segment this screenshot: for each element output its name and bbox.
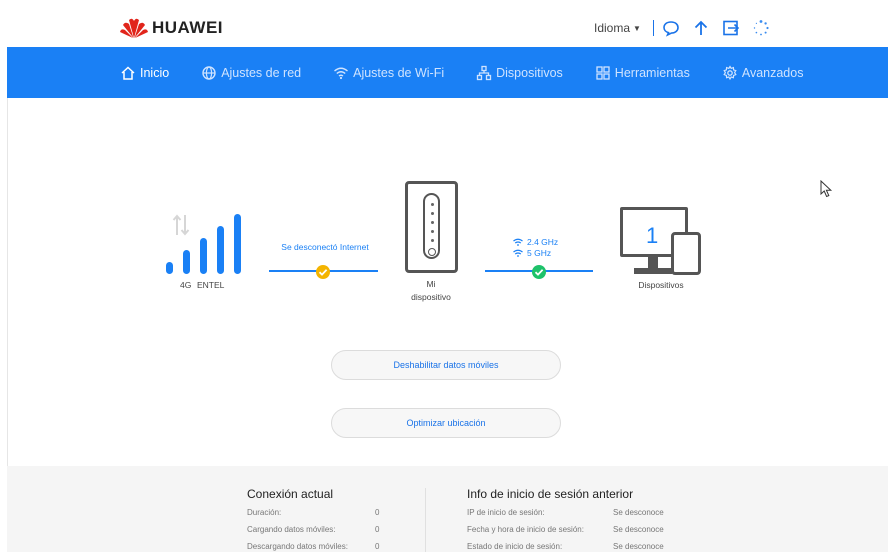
phone-icon[interactable] xyxy=(671,232,701,275)
login-status-label: Estado de inicio de sesión: xyxy=(467,542,563,551)
signal-bar xyxy=(183,250,190,274)
data-transfer-arrows-icon xyxy=(172,214,190,236)
devices-count: 1 xyxy=(646,223,659,248)
signal-bar xyxy=(166,262,173,274)
nav-label: Herramientas xyxy=(614,65,690,80)
login-ip-label: IP de inicio de sesión: xyxy=(467,508,545,517)
devices-icon xyxy=(476,65,492,81)
router-label-line1: Mi xyxy=(426,279,436,289)
signal-bar xyxy=(217,226,224,274)
duration-value: 0 xyxy=(375,508,380,517)
signal-bar xyxy=(234,214,241,274)
nav-item-herramientas[interactable]: Herramientas xyxy=(595,65,690,81)
router-led xyxy=(431,239,434,242)
duration-label: Duración: xyxy=(247,508,282,517)
router-led xyxy=(431,230,434,233)
network-type-label: 4G xyxy=(180,280,192,290)
upload-arrow-icon[interactable] xyxy=(692,19,710,37)
wifi-band-label: 2.4 GHz xyxy=(527,237,559,247)
router-device-icon[interactable] xyxy=(405,181,458,273)
tools-icon xyxy=(595,65,611,81)
warning-status-dot xyxy=(316,265,330,279)
wifi-band-5[interactable]: 5 GHz xyxy=(513,248,551,258)
disable-mobile-data-button[interactable]: Deshabilitar datos móviles xyxy=(331,350,561,380)
huawei-logo[interactable]: HUAWEI xyxy=(120,17,223,39)
optimize-location-button[interactable]: Optimizar ubicación xyxy=(331,408,561,438)
devices-label: Dispositivos xyxy=(638,280,684,290)
check-icon xyxy=(534,269,544,276)
language-select[interactable]: Idioma ▼ xyxy=(594,21,641,35)
language-label: Idioma xyxy=(594,21,631,35)
wifi-icon xyxy=(333,65,349,81)
download-data-label: Descargando datos móviles: xyxy=(247,542,348,551)
login-datetime-value: Se desconoce xyxy=(613,525,664,534)
top-actions: Idioma ▼ xyxy=(594,19,770,37)
divider xyxy=(652,20,654,36)
operator-label: ENTEL xyxy=(197,280,225,290)
router-label-line2: dispositivo xyxy=(411,292,451,302)
brand-name: HUAWEI xyxy=(152,18,223,37)
login-ip-value: Se desconoce xyxy=(613,508,664,517)
router-button xyxy=(428,248,436,256)
wifi-band-label: 5 GHz xyxy=(527,248,552,258)
internet-status-text[interactable]: Se desconectó Internet xyxy=(272,242,378,252)
monitor-base xyxy=(634,268,672,274)
globe-icon xyxy=(201,65,217,81)
router-led-panel xyxy=(423,193,440,259)
loading-icon xyxy=(752,19,770,37)
upload-data-value: 0 xyxy=(375,525,380,534)
router-led xyxy=(431,221,434,224)
huawei-flower-icon xyxy=(120,18,148,38)
chat-icon[interactable] xyxy=(662,19,680,37)
home-icon xyxy=(120,65,136,81)
nav-item-ajustes-de-red[interactable]: Ajustes de red xyxy=(201,65,301,81)
nav-label: Dispositivos xyxy=(496,65,563,80)
upload-data-label: Cargando datos móviles: xyxy=(247,525,336,534)
info-panel xyxy=(7,466,888,552)
nav-label: Ajustes de Wi-Fi xyxy=(353,65,445,80)
gear-icon xyxy=(722,64,738,81)
logout-icon[interactable] xyxy=(722,19,740,37)
mouse-cursor-icon xyxy=(820,180,833,198)
router-label: Mi dispositivo xyxy=(397,278,465,304)
signal-bar xyxy=(200,238,207,274)
nav-item-inicio[interactable]: Inicio xyxy=(120,65,169,81)
nav-item-dispositivos[interactable]: Dispositivos xyxy=(476,65,563,81)
nav-label: Avanzados xyxy=(741,65,804,80)
current-connection-title: Conexión actual xyxy=(247,487,334,501)
caret-down-icon: ▼ xyxy=(633,23,641,33)
login-status-value: Se desconoce xyxy=(613,542,664,551)
nav-item-avanzados[interactable]: Avanzados xyxy=(722,64,804,81)
last-login-title: Info de inicio de sesión anterior xyxy=(467,487,634,501)
check-icon xyxy=(318,269,328,276)
nav-item-ajustes-de-wifi[interactable]: Ajustes de Wi-Fi xyxy=(333,65,444,81)
ok-status-dot xyxy=(532,265,546,279)
main-nav: Inicio Ajustes de red Ajustes de Wi-Fi D… xyxy=(7,47,888,98)
wifi-band-24[interactable]: 2.4 GHz xyxy=(513,237,558,247)
download-data-value: 0 xyxy=(375,542,380,551)
router-led xyxy=(431,203,434,206)
login-datetime-label: Fecha y hora de inicio de sesión: xyxy=(467,525,584,534)
wifi-icon xyxy=(513,238,523,246)
column-divider xyxy=(425,488,426,552)
top-bar: HUAWEI Idioma ▼ xyxy=(0,0,888,47)
router-led xyxy=(431,212,434,215)
wifi-icon xyxy=(513,249,523,257)
nav-label: Inicio xyxy=(140,65,170,80)
router-home-page: HUAWEI Idioma ▼ Inicio Ajustes de red Aj… xyxy=(0,0,888,552)
nav-label: Ajustes de red xyxy=(221,65,302,80)
